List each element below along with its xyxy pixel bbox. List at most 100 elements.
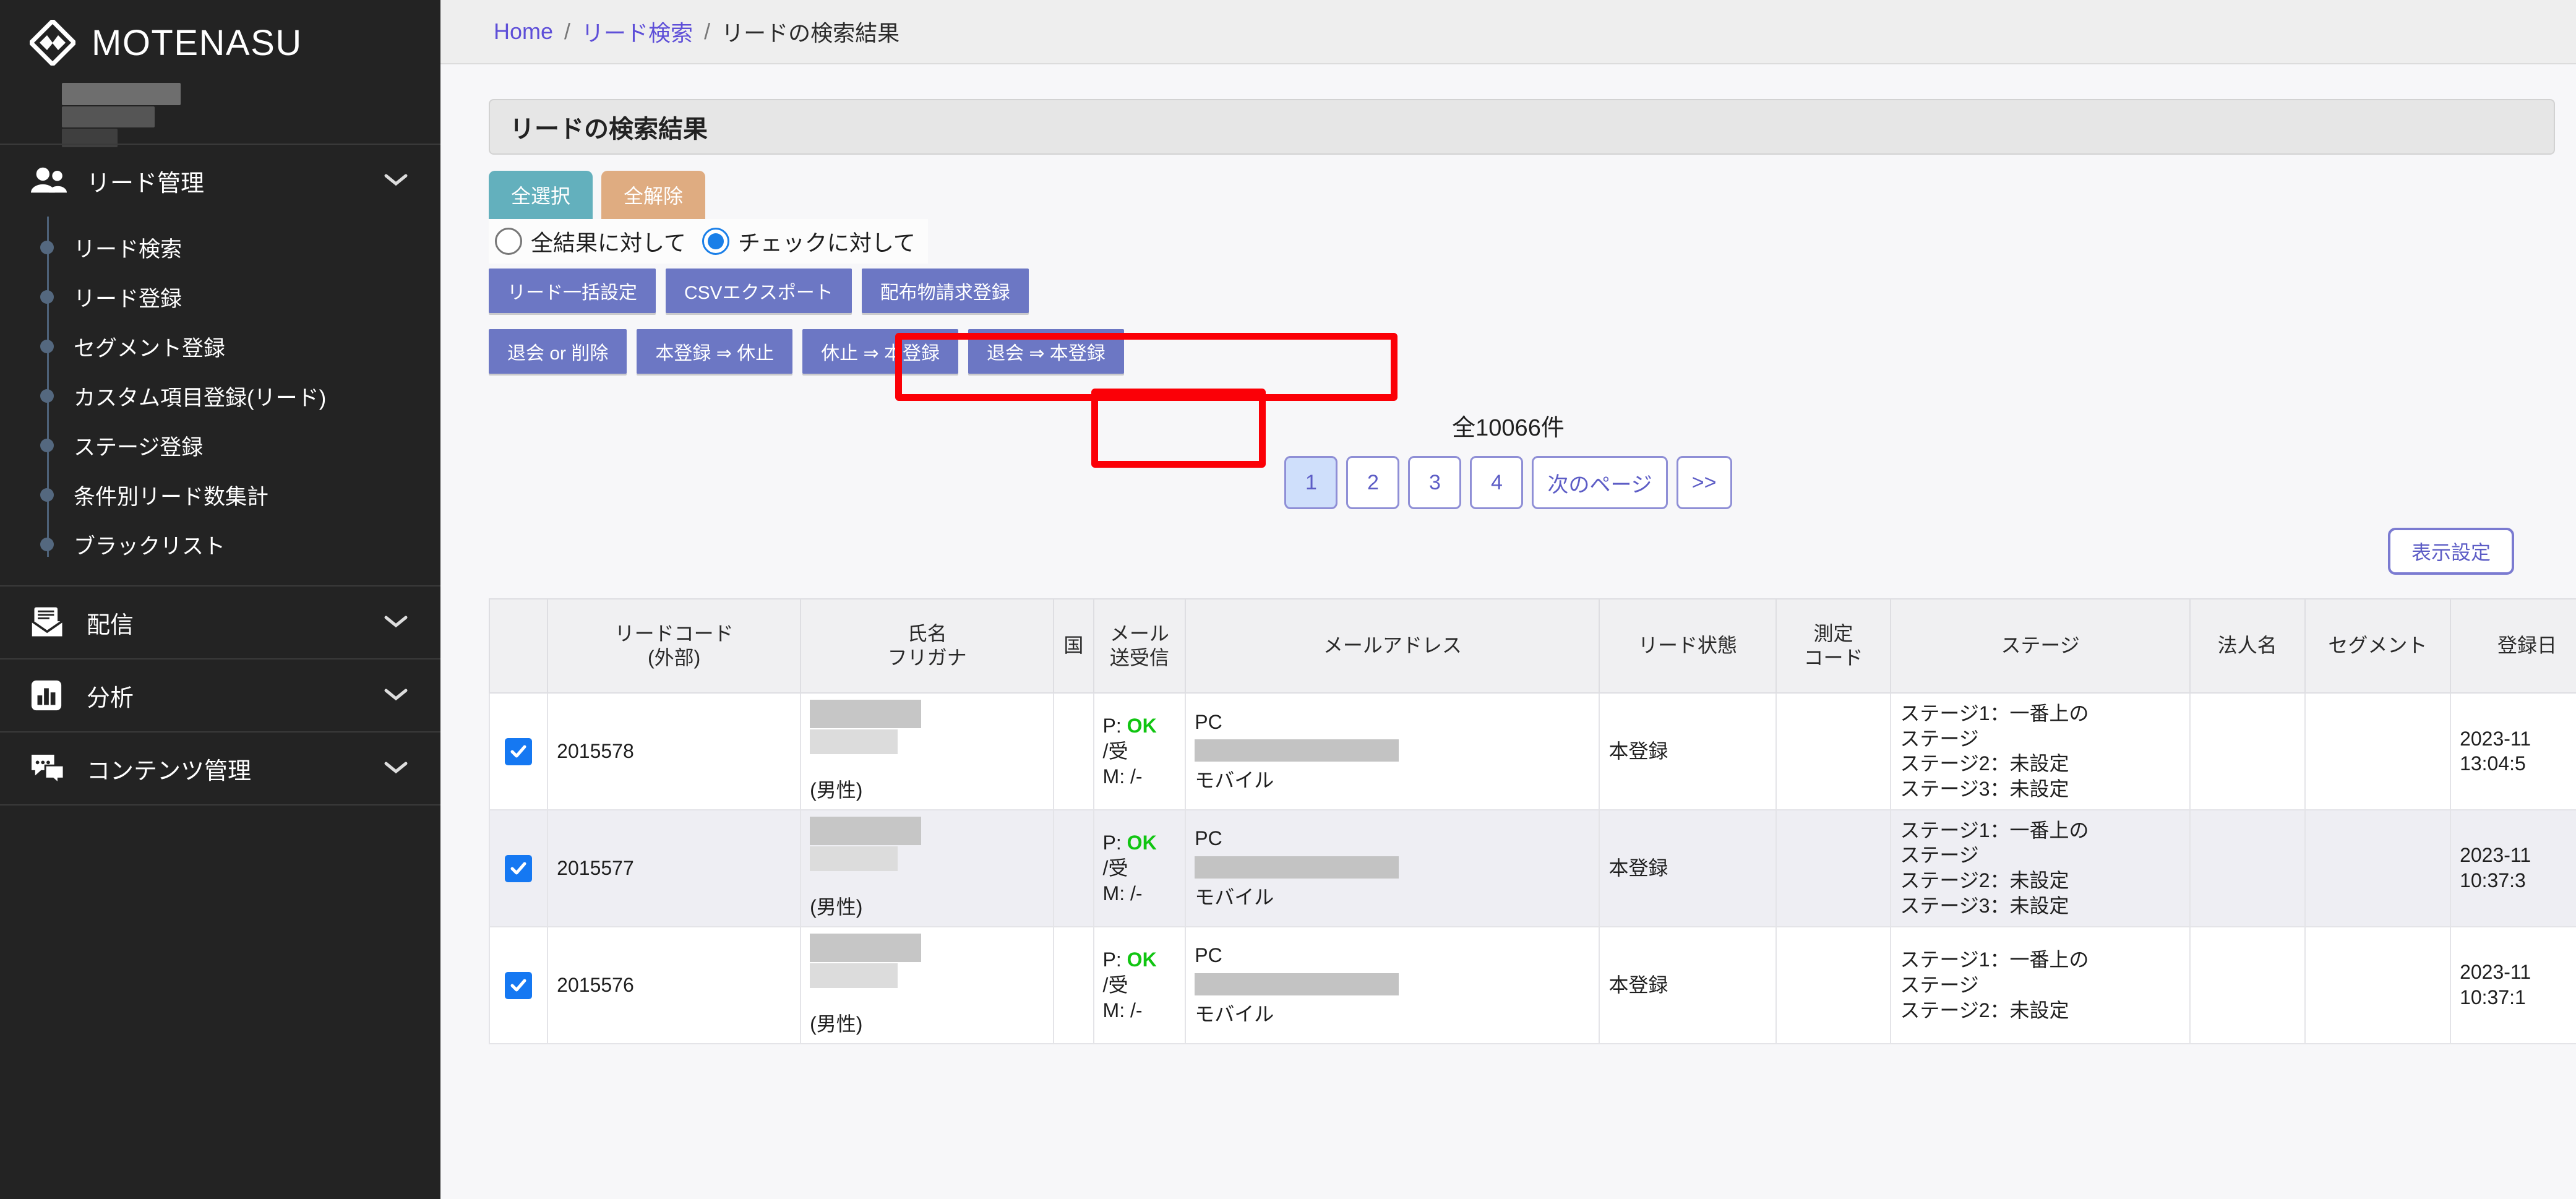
row-checkbox-cell	[488, 692, 549, 810]
sidebar-item-blacklist[interactable]: ブラックリスト	[0, 520, 440, 569]
radio-checked-only[interactable]: チェックに対して	[702, 225, 916, 257]
mail-receive: /受	[1102, 973, 1128, 996]
withdraw-or-delete-button[interactable]: 退会 or 削除	[489, 329, 627, 374]
sidebar-item-content-management[interactable]: コンテンツ管理	[0, 733, 440, 804]
mail-mobile-status: M: /-	[1102, 765, 1143, 788]
date-part: 2023-11	[2460, 961, 2531, 984]
chart-icon	[30, 679, 71, 712]
email-mobile-label: モバイル	[1195, 769, 1274, 792]
distribution-request-button[interactable]: 配布物請求登録	[861, 269, 1029, 313]
cell-segment	[2304, 926, 2452, 1044]
stage-line-1b: ステージ	[1900, 973, 1979, 996]
table-row: 2015578 (男性) P: OK /受 M: /- PC モバイル 本登録 …	[488, 692, 2576, 810]
time-part: 10:37:3	[2460, 869, 2526, 892]
sidebar-subitem-label: カスタム項目登録(リード)	[74, 385, 327, 410]
column-header-subline: (外部)	[647, 647, 701, 669]
registered-to-suspended-button[interactable]: 本登録 ⇒ 休止	[637, 329, 793, 374]
column-header-segment: セグメント	[2304, 598, 2452, 694]
withdrawn-to-registered-button[interactable]: 退会 ⇒ 本登録	[968, 329, 1124, 374]
table-header-row: リードコード (外部) 氏名 フリガナ 国 メール 送受信 メールアドレス リー…	[488, 598, 2576, 694]
sidebar-item-segment-register[interactable]: セグメント登録	[0, 322, 440, 371]
column-header-country: 国	[1053, 598, 1094, 694]
row-checkbox-cell	[488, 926, 549, 1044]
cell-mail-sendrecv: P: OK /受 M: /-	[1093, 692, 1187, 810]
cell-name: (男性)	[800, 926, 1055, 1044]
breadcrumb-separator: /	[564, 19, 571, 44]
row-checkbox-checked-icon[interactable]	[505, 737, 533, 765]
cell-segment	[2304, 692, 2452, 810]
row-checkbox-checked-icon[interactable]	[505, 971, 533, 999]
breadcrumb-lead-search[interactable]: リード検索	[582, 15, 693, 48]
motenasu-diamond-icon	[28, 18, 77, 67]
cell-measure-code	[1775, 692, 1892, 810]
sidebar-item-label: 分析	[87, 685, 134, 711]
sidebar-item-delivery[interactable]: 配信	[0, 587, 440, 658]
breadcrumb-home[interactable]: Home	[494, 19, 553, 45]
lead-bulk-setting-button[interactable]: リード一括設定	[489, 269, 656, 313]
email-pc-label: PC	[1195, 944, 1222, 967]
sidebar-group-delivery: 配信	[0, 585, 440, 658]
bullet-icon	[40, 389, 54, 403]
suspended-to-registered-button[interactable]: 休止 ⇒ 本登録	[802, 329, 958, 374]
cell-lead-code: 2015577	[547, 809, 802, 927]
page-title: リードの検索結果	[489, 99, 2555, 155]
status-ok: OK	[1127, 948, 1157, 971]
mail-receive: /受	[1102, 856, 1128, 879]
email-pc-label: PC	[1195, 827, 1222, 850]
column-header-line: リードコード	[614, 622, 734, 645]
sidebar-subitem-label: リード検索	[74, 237, 182, 262]
sidebar-subnav-lead-management: リード検索 リード登録 セグメント登録 カスタム項目登録(リード) ステージ登録	[0, 217, 440, 585]
cell-lead-code: 2015576	[547, 926, 802, 1044]
next-page-button[interactable]: 次のページ	[1532, 456, 1668, 509]
sidebar-item-analytics[interactable]: 分析	[0, 660, 440, 731]
account-info-masked	[0, 69, 440, 147]
cell-stage: ステージ1：一番上の ステージ ステージ2：未設定 ステージ3：未設定	[1890, 692, 2191, 810]
row-checkbox-checked-icon[interactable]	[505, 854, 533, 882]
cell-name: (男性)	[800, 809, 1055, 927]
csv-export-button[interactable]: CSVエクスポート	[666, 269, 852, 313]
status-ok: OK	[1127, 715, 1157, 737]
mail-pc-status: P: OK	[1102, 715, 1157, 737]
stage-line-3: ステージ3：未設定	[1900, 895, 2069, 918]
sidebar-item-lead-management[interactable]: リード管理	[0, 145, 440, 217]
cell-gender: (男性)	[810, 1012, 863, 1035]
table-row: 2015576 (男性) P: OK /受 M: /- PC モバイル 本登録 …	[488, 926, 2576, 1044]
select-all-button[interactable]: 全選択	[489, 171, 593, 219]
cell-name: (男性)	[800, 692, 1055, 810]
cell-email-address: PC モバイル	[1185, 926, 1600, 1044]
last-page-button[interactable]: >>	[1676, 456, 1732, 509]
cell-gender: (男性)	[810, 779, 863, 801]
masked-name	[810, 933, 922, 962]
brand-logo[interactable]: MOTENASU	[0, 0, 440, 69]
cell-registered-date: 2023-11 10:37:3	[2450, 809, 2576, 927]
cell-lead-state: 本登録	[1599, 809, 1777, 927]
page-button-1[interactable]: 1	[1284, 456, 1338, 509]
cell-country	[1053, 926, 1094, 1044]
cell-email-address: PC モバイル	[1185, 692, 1600, 810]
stage-line-2: ステージ2：未設定	[1900, 999, 2069, 1021]
time-part: 10:37:1	[2460, 986, 2526, 1009]
cell-registered-date: 2023-11 13:04:5	[2450, 692, 2576, 810]
display-setting-button[interactable]: 表示設定	[2387, 528, 2514, 575]
page-button-2[interactable]: 2	[1346, 456, 1400, 509]
radio-all-results[interactable]: 全結果に対して	[495, 225, 686, 257]
clear-all-button[interactable]: 全解除	[601, 171, 706, 219]
sidebar: MOTENASU リード管理 リード検索 リード登録 セグメント登録 カスタム項…	[0, 0, 440, 1199]
sidebar-item-lead-search[interactable]: リード検索	[0, 223, 440, 272]
masked-email	[1195, 973, 1399, 996]
stage-line-2: ステージ2：未設定	[1900, 752, 2069, 775]
sidebar-item-lead-count-aggregate[interactable]: 条件別リード数集計	[0, 470, 440, 520]
cell-lead-state: 本登録	[1599, 926, 1777, 1044]
radio-all-results-label: 全結果に対して	[531, 230, 686, 256]
sidebar-item-stage-register[interactable]: ステージ登録	[0, 421, 440, 470]
bullet-icon	[40, 488, 54, 502]
sidebar-group-next-partial	[0, 804, 440, 854]
sidebar-item-lead-register[interactable]: リード登録	[0, 272, 440, 322]
page-button-3[interactable]: 3	[1408, 456, 1462, 509]
stage-line-1: ステージ1：一番上の	[1900, 948, 2089, 971]
cell-segment	[2304, 809, 2452, 927]
page-button-4[interactable]: 4	[1470, 456, 1524, 509]
email-mobile-label: モバイル	[1195, 1003, 1274, 1026]
sidebar-group-analytics: 分析	[0, 658, 440, 731]
sidebar-item-custom-field-register[interactable]: カスタム項目登録(リード)	[0, 371, 440, 421]
